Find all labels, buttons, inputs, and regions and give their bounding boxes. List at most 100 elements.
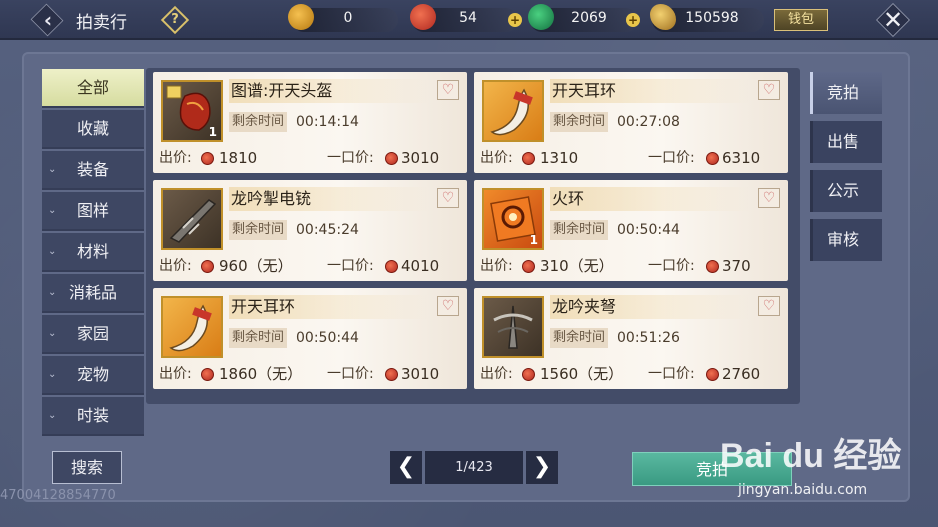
item-quantity: 1 — [529, 233, 538, 247]
category-label: 图样 — [76, 201, 109, 220]
item-icon-frame: 1 — [161, 80, 223, 142]
category-pets[interactable]: ⌄ 宠物 — [42, 356, 144, 395]
red-jade-icon — [706, 152, 719, 165]
prev-page-icon[interactable]: ❮ — [390, 451, 422, 484]
time-remaining-label: 剩余时间 — [229, 328, 287, 348]
buyout-label: 一口价: — [648, 258, 695, 274]
bound-coin-value: 0 — [343, 10, 353, 26]
time-remaining-value: 00:50:44 — [296, 330, 359, 346]
close-icon[interactable]: ✕ — [878, 5, 908, 35]
earring-icon — [169, 304, 212, 352]
next-page-icon[interactable]: ❯ — [526, 451, 558, 484]
item-name: 龙吟夹弩 — [550, 295, 750, 319]
favorite-heart-icon[interactable]: ♡ — [437, 80, 459, 100]
crossbow-icon — [493, 305, 533, 349]
favorite-heart-icon[interactable]: ♡ — [758, 296, 780, 316]
bid-value: 310（无） — [540, 257, 614, 275]
buyout-value: 6310 — [722, 149, 761, 167]
tab-public[interactable]: 公示 — [810, 170, 882, 212]
listing-card[interactable]: 1 火环 ♡ 剩余时间 00:50:44 出价: 310（无） 一口价: 370 — [474, 180, 788, 281]
wallet-button[interactable]: 钱包 — [774, 9, 828, 31]
bid-label: 出价: — [480, 150, 513, 166]
category-label: 消耗品 — [68, 283, 117, 302]
red-jade-icon — [706, 260, 719, 273]
add-green-jade-button[interactable]: + — [626, 13, 640, 27]
item-icon-frame — [482, 80, 544, 142]
tab-sell[interactable]: 出售 — [810, 121, 882, 163]
bid-value: 1810 — [219, 149, 258, 167]
watermark: Bai du 经验 jingyan.baidu.com — [720, 428, 930, 508]
chevron-down-icon: ⌄ — [48, 328, 57, 339]
category-label: 全部 — [76, 78, 109, 97]
buyout-value: 4010 — [401, 257, 440, 275]
buyout-label: 一口价: — [648, 150, 695, 166]
red-jade-icon — [410, 4, 436, 30]
tab-review[interactable]: 审核 — [810, 219, 882, 261]
item-quantity: 1 — [208, 125, 217, 139]
red-jade-icon — [522, 260, 535, 273]
category-materials[interactable]: ⌄ 材料 — [42, 233, 144, 272]
time-remaining-value: 00:45:24 — [296, 222, 359, 238]
tab-label: 竞拍 — [827, 83, 860, 102]
listing-card[interactable]: 龙吟夹弩 ♡ 剩余时间 00:51:26 出价: 1560（无） 一口价: 27… — [474, 288, 788, 389]
bid-value: 960（无） — [219, 257, 293, 275]
category-label: 宠物 — [76, 365, 109, 384]
chevron-down-icon: ⌄ — [48, 410, 57, 421]
watermark-logo: Bai du 经验 — [720, 437, 902, 475]
category-consumables[interactable]: ⌄ 消耗品 — [42, 274, 144, 313]
gold-leaf-value: 150598 — [685, 10, 739, 26]
tab-label: 公示 — [827, 181, 860, 200]
earring-icon — [490, 88, 533, 136]
favorite-heart-icon[interactable]: ♡ — [758, 188, 780, 208]
chevron-down-icon: ⌄ — [48, 205, 57, 216]
listing-card[interactable]: 1 图谱:开天头盔 ♡ 剩余时间 00:14:14 出价: 1810 一口价: … — [153, 72, 467, 173]
buyout-value: 370 — [722, 257, 751, 275]
chevron-down-icon: ⌄ — [48, 246, 57, 257]
favorite-heart-icon[interactable]: ♡ — [758, 80, 780, 100]
listing-card[interactable]: 龙吟掣电铳 ♡ 剩余时间 00:45:24 出价: 960（无） 一口价: 40… — [153, 180, 467, 281]
back-arrow-icon[interactable]: ‹ — [37, 6, 59, 34]
category-all[interactable]: 全部 — [42, 69, 144, 108]
search-button[interactable]: 搜索 — [52, 451, 122, 484]
item-icon-frame — [482, 296, 544, 358]
category-label: 装备 — [76, 160, 109, 179]
favorite-heart-icon[interactable]: ♡ — [437, 296, 459, 316]
item-name: 火环 — [550, 187, 750, 211]
category-favorites[interactable]: 收藏 — [42, 110, 144, 149]
category-equipment[interactable]: ⌄ 装备 — [42, 151, 144, 190]
tab-auction[interactable]: 竞拍 — [810, 72, 882, 114]
time-remaining-value: 00:14:14 — [296, 114, 359, 130]
bid-label: 出价: — [480, 258, 513, 274]
green-jade-value: 2069 — [571, 10, 607, 26]
category-label: 时装 — [76, 406, 109, 425]
add-red-jade-button[interactable]: + — [508, 13, 522, 27]
time-remaining-label: 剩余时间 — [550, 220, 608, 240]
category-home[interactable]: ⌄ 家园 — [42, 315, 144, 354]
red-jade-icon — [706, 368, 719, 381]
category-patterns[interactable]: ⌄ 图样 — [42, 192, 144, 231]
help-icon[interactable]: ? — [165, 9, 185, 29]
chevron-down-icon: ⌄ — [48, 287, 57, 298]
time-remaining-label: 剩余时间 — [550, 328, 608, 348]
item-name: 开天耳环 — [550, 79, 750, 103]
red-jade-icon — [201, 368, 214, 381]
buyout-label: 一口价: — [327, 258, 374, 274]
buyout-value: 3010 — [401, 365, 440, 383]
favorite-heart-icon[interactable]: ♡ — [437, 188, 459, 208]
category-fashion[interactable]: ⌄ 时装 — [42, 397, 144, 436]
time-remaining-value: 00:51:26 — [617, 330, 680, 346]
listing-card[interactable]: 开天耳环 ♡ 剩余时间 00:50:44 出价: 1860（无） 一口价: 30… — [153, 288, 467, 389]
bid-value: 1560（无） — [540, 365, 624, 383]
red-jade-icon — [201, 152, 214, 165]
listing-card[interactable]: 开天耳环 ♡ 剩余时间 00:27:08 出价: 1310 一口价: 6310 — [474, 72, 788, 173]
time-remaining-label: 剩余时间 — [229, 112, 287, 132]
chevron-down-icon: ⌄ — [48, 164, 57, 175]
green-jade-icon — [528, 4, 554, 30]
buyout-label: 一口价: — [648, 366, 695, 382]
category-label: 收藏 — [76, 119, 109, 138]
red-jade-icon — [522, 368, 535, 381]
watermark-url: jingyan.baidu.com — [738, 482, 868, 498]
item-icon-frame — [161, 188, 223, 250]
page-indicator: 1/423 — [425, 451, 523, 484]
red-jade-icon — [385, 368, 398, 381]
